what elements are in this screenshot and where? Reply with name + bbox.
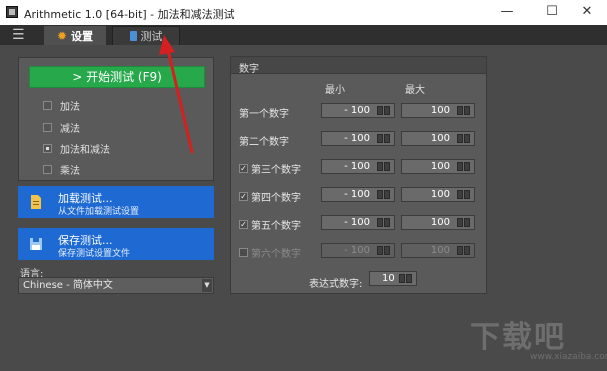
watermark-logo: 下载吧 [470, 320, 566, 355]
watermark-url: www.xiazaiba.com [530, 352, 607, 362]
